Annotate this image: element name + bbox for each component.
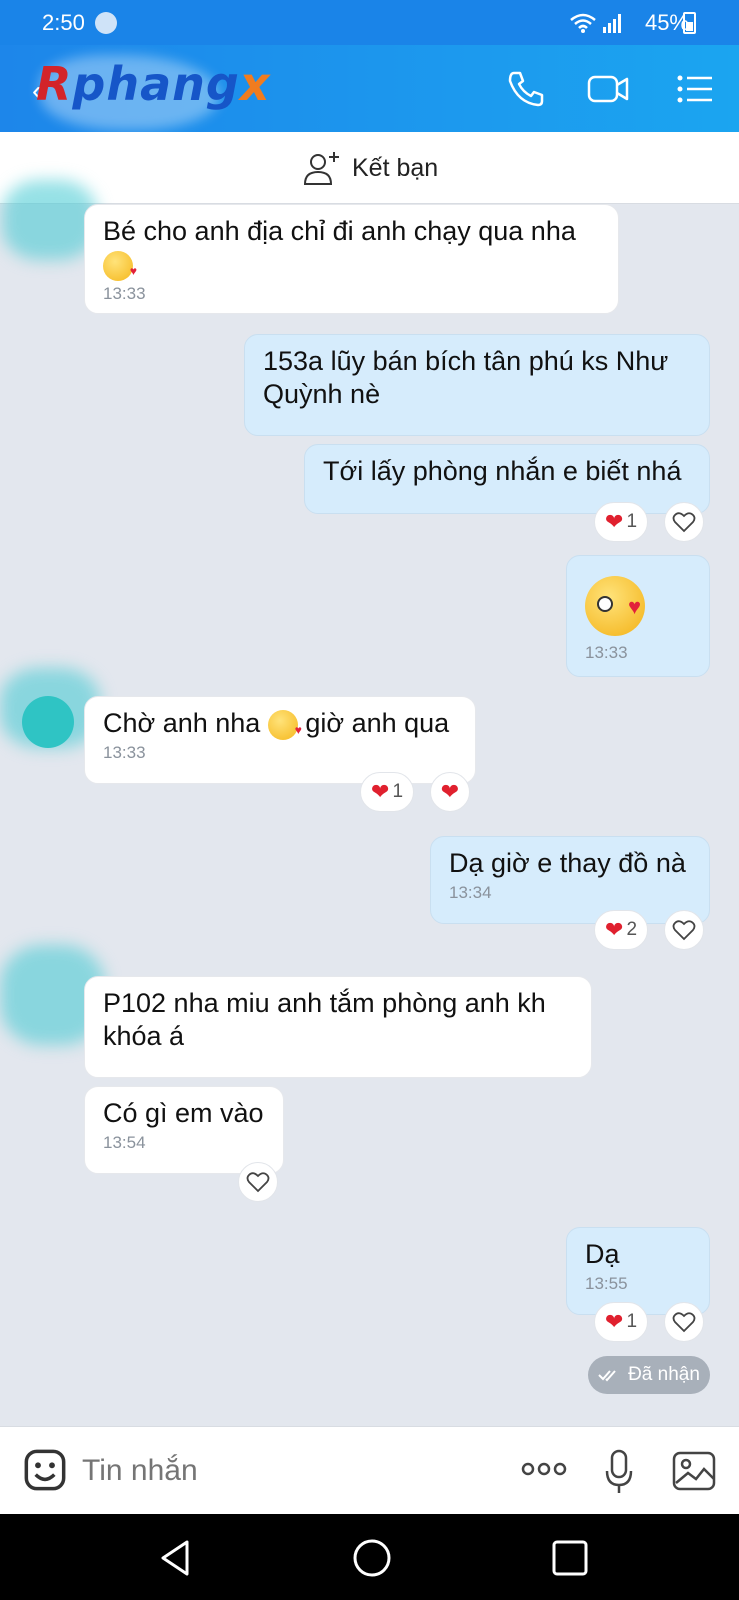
- message-text-line: Quỳnh nè: [263, 379, 381, 409]
- message-time: 13:34: [449, 883, 492, 902]
- kiss-emoji-icon: [267, 709, 302, 747]
- home-circle-icon[interactable]: [350, 1536, 394, 1580]
- heart-icon: ❤: [605, 917, 624, 942]
- heart-outline-icon: [246, 1172, 270, 1193]
- status-bar: 2:50 45%: [0, 0, 739, 45]
- message-text: Có gì em vào: [103, 1098, 264, 1128]
- message-text: Tới lấy phòng nhắn e biết nhá: [323, 456, 682, 486]
- status-time: 2:50: [42, 10, 85, 35]
- add-friend-label: Kết bạn: [352, 153, 439, 182]
- received-label: Đã nhận: [628, 1364, 700, 1385]
- back-triangle-icon[interactable]: [155, 1536, 199, 1580]
- microphone-icon[interactable]: [604, 1449, 634, 1495]
- reaction-number: 1: [626, 1311, 638, 1332]
- message-time: 13:54: [103, 1133, 146, 1152]
- message-outgoing[interactable]: Tới lấy phòng nhắn e biết nhá: [304, 444, 710, 514]
- message-text-line: P102 nha miu anh tắm phòng anh kh: [103, 988, 546, 1018]
- message-text-line: khóa á: [103, 1021, 185, 1051]
- message-input[interactable]: [82, 1449, 462, 1493]
- message-time: 13:33: [585, 643, 628, 662]
- heart-filled-icon: ❤: [440, 779, 460, 804]
- reaction-number: 1: [392, 781, 404, 802]
- logo-word: phang: [72, 57, 240, 111]
- logo-letter-x: x: [239, 57, 271, 111]
- avatar-smudge: [2, 180, 97, 260]
- message-time: 13:33: [103, 284, 146, 303]
- like-heart-button[interactable]: [664, 502, 704, 542]
- more-options-icon[interactable]: [520, 1457, 568, 1481]
- message-outgoing[interactable]: Dạ giờ e thay đồ nà 13:34: [430, 836, 710, 924]
- message-time: 13:55: [585, 1274, 628, 1293]
- message-incoming[interactable]: Bé cho anh địa chỉ đi anh chạy qua nha 1…: [84, 204, 619, 314]
- message-text: Bé cho anh địa chỉ đi anh chạy qua nha: [103, 216, 576, 246]
- wifi-icon: [570, 13, 596, 33]
- kiss-emoji-icon: [103, 250, 137, 288]
- message-input-bar: [0, 1426, 739, 1514]
- heart-icon: ❤: [605, 1309, 624, 1334]
- message-text-line: 153a lũy bán bích tân phú ks Như: [263, 346, 669, 376]
- watermark-logo: Rphangx: [36, 57, 271, 111]
- message-incoming[interactable]: P102 nha miu anh tắm phòng anh kh khóa á: [84, 976, 592, 1078]
- like-heart-button[interactable]: [664, 1302, 704, 1342]
- image-gallery-icon[interactable]: [672, 1451, 716, 1491]
- battery-icon: [683, 12, 696, 34]
- menu-list-icon[interactable]: [674, 67, 718, 111]
- reaction-count[interactable]: ❤ 1: [594, 502, 649, 542]
- like-heart-button[interactable]: [238, 1162, 278, 1202]
- heart-icon: ❤: [371, 779, 390, 804]
- recent-apps-icon[interactable]: [548, 1536, 592, 1580]
- phone-call-icon[interactable]: [504, 67, 548, 111]
- message-text: Dạ: [585, 1239, 620, 1269]
- sticker-icon[interactable]: [24, 1449, 66, 1491]
- message-text: Chờ anh nha: [103, 708, 261, 738]
- like-heart-button[interactable]: [664, 910, 704, 950]
- reaction-number: 2: [626, 919, 638, 940]
- reaction-count[interactable]: ❤ 1: [594, 1302, 649, 1342]
- heart-icon: ❤: [605, 509, 624, 534]
- avatar[interactable]: [22, 696, 74, 748]
- messenger-notification-icon: [95, 12, 117, 34]
- message-time: 13:33: [103, 743, 146, 762]
- add-friend-icon: [303, 152, 339, 185]
- message-incoming[interactable]: Chờ anh nha giờ anh qua 13:33: [84, 696, 476, 784]
- kiss-emoji-icon: [585, 576, 645, 636]
- double-check-icon: [598, 1370, 616, 1382]
- message-outgoing-sticker[interactable]: 13:33: [566, 555, 710, 677]
- add-friend-button[interactable]: Kết bạn: [302, 146, 438, 190]
- heart-outline-icon: [672, 512, 696, 533]
- received-status-badge: Đã nhận: [588, 1356, 710, 1394]
- logo-letter-r: R: [36, 57, 73, 111]
- like-heart-button[interactable]: ❤: [430, 772, 470, 812]
- message-text: giờ anh qua: [305, 708, 450, 738]
- message-text: Dạ giờ e thay đồ nà: [449, 848, 686, 878]
- heart-outline-icon: [672, 1312, 696, 1333]
- video-call-icon[interactable]: [586, 67, 630, 111]
- chat-header: ‹ Rphangx: [0, 45, 739, 132]
- reaction-count[interactable]: ❤ 2: [594, 910, 649, 950]
- add-friend-bar: Kết bạn: [0, 132, 739, 204]
- reaction-count[interactable]: ❤ 1: [360, 772, 415, 812]
- message-incoming[interactable]: Có gì em vào 13:54: [84, 1086, 284, 1174]
- reaction-number: 1: [626, 511, 638, 532]
- signal-icon: [603, 14, 621, 33]
- system-nav-bar: [0, 1514, 739, 1600]
- heart-outline-icon: [672, 920, 696, 941]
- message-outgoing[interactable]: 153a lũy bán bích tân phú ks Như Quỳnh n…: [244, 334, 710, 436]
